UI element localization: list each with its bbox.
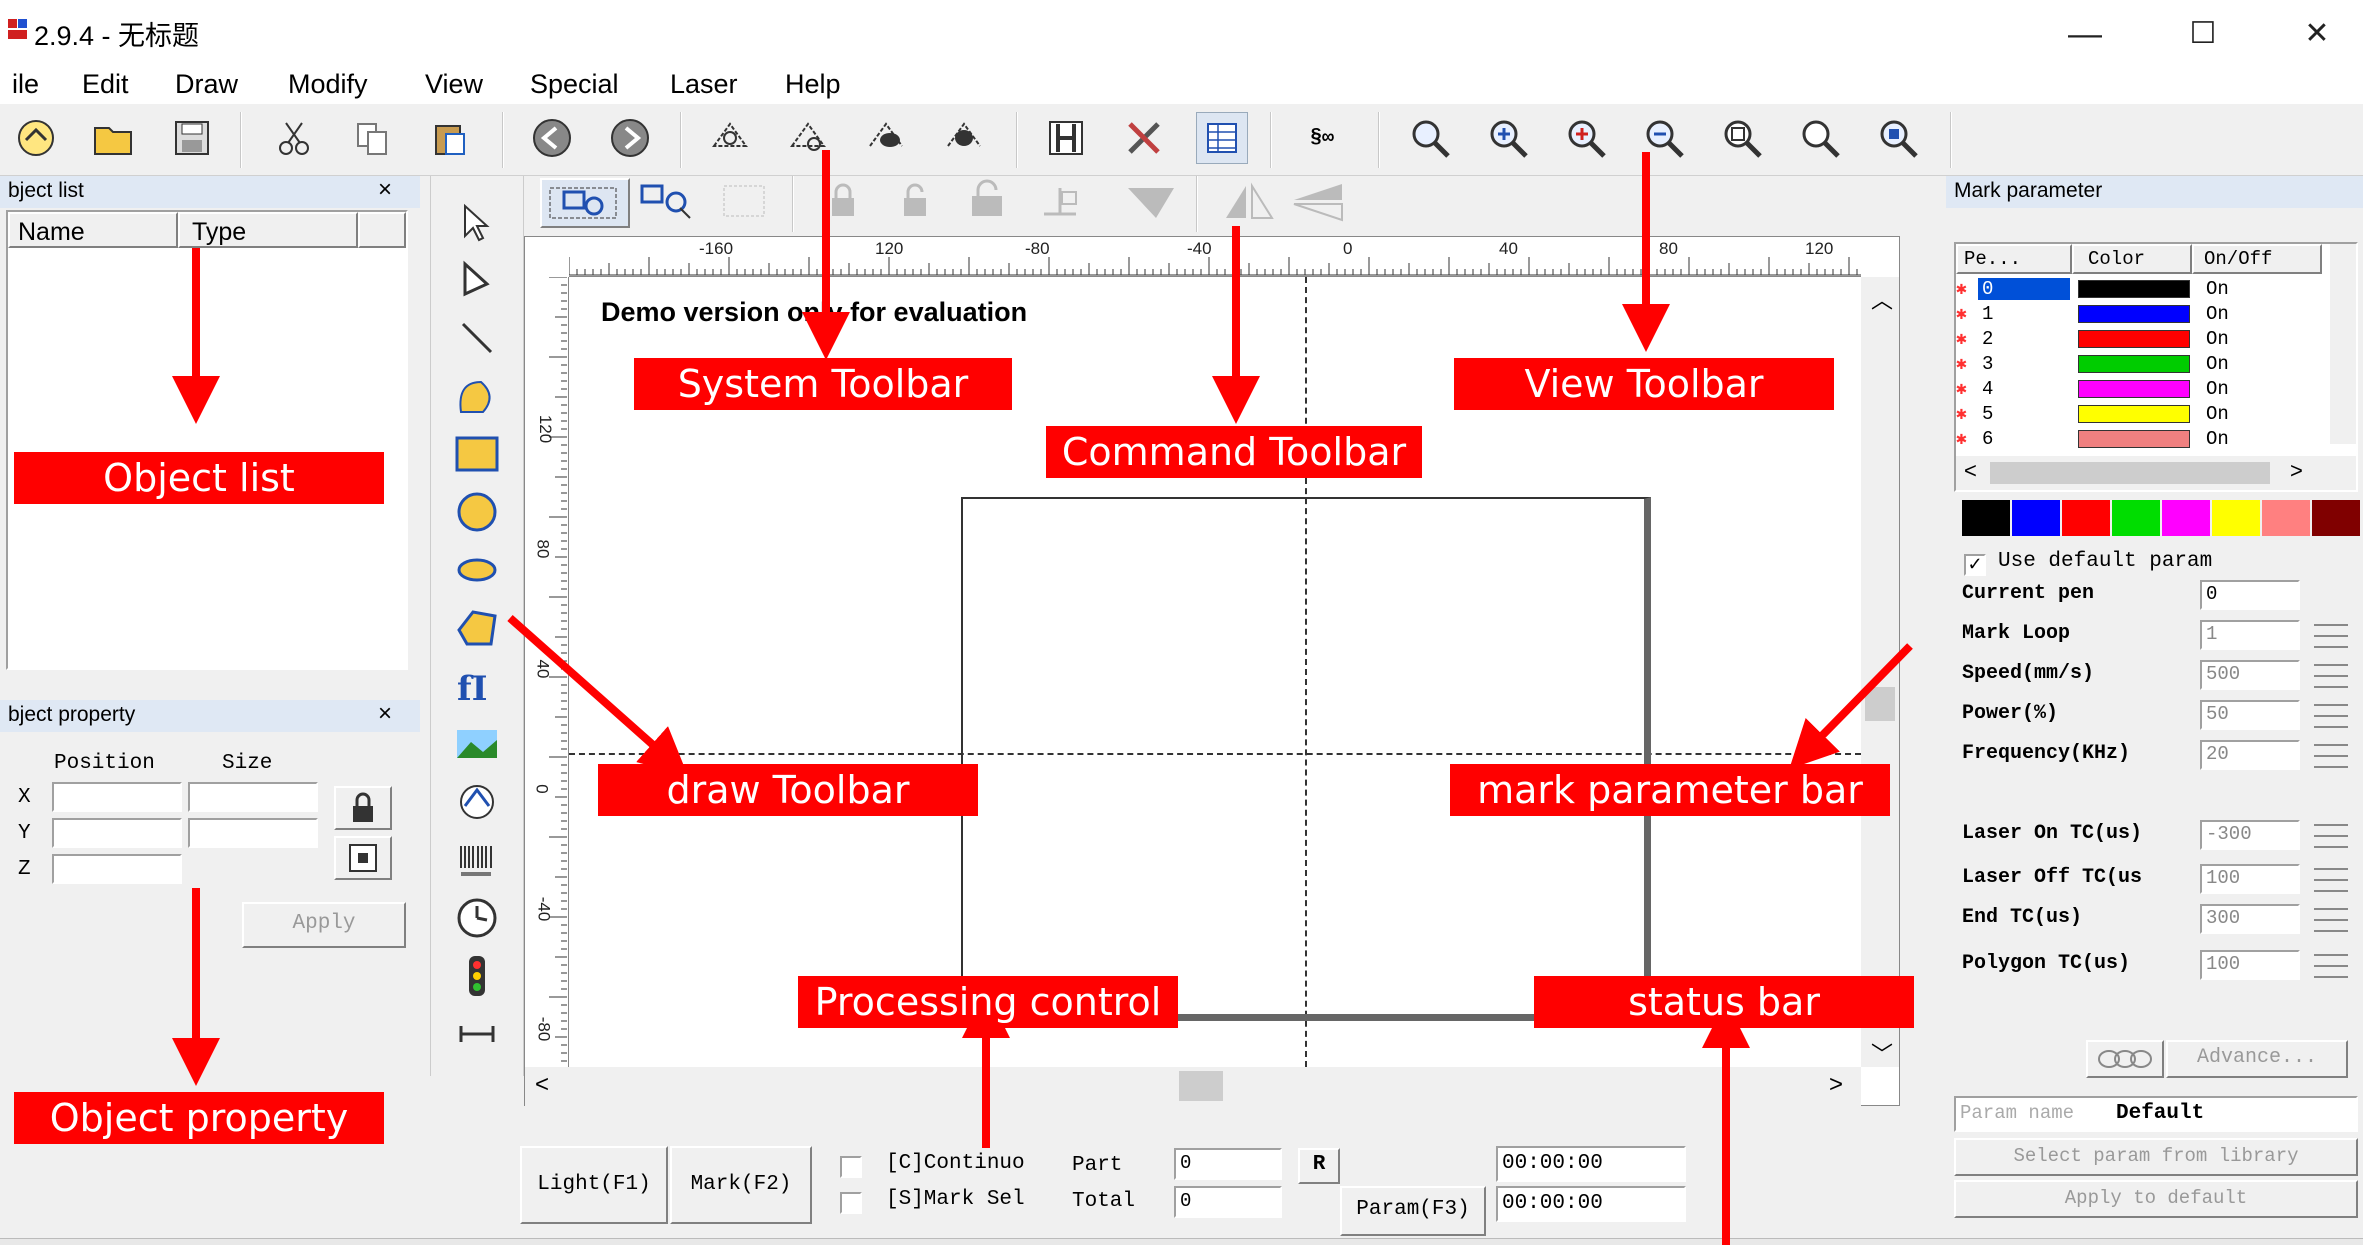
annotation-status-bar: status bar (1534, 976, 1914, 1028)
annotation-object-list: Object list (14, 452, 384, 504)
annotation-arrows (172, 150, 1913, 1245)
annotation-view-toolbar: View Toolbar (1454, 358, 1834, 410)
annotation-command-toolbar: Command Toolbar (1046, 426, 1422, 478)
annotation-mark-parameter-bar: mark parameter bar (1450, 764, 1890, 816)
annotation-processing-control: Processing control (798, 976, 1178, 1028)
annotation-system-toolbar: System Toolbar (634, 358, 1012, 410)
arrow-draw-toolbar (507, 615, 688, 776)
arrow-mark-parameter (1789, 643, 1913, 770)
annotation-draw-toolbar: draw Toolbar (598, 764, 978, 816)
annotation-object-property: Object property (14, 1092, 384, 1144)
